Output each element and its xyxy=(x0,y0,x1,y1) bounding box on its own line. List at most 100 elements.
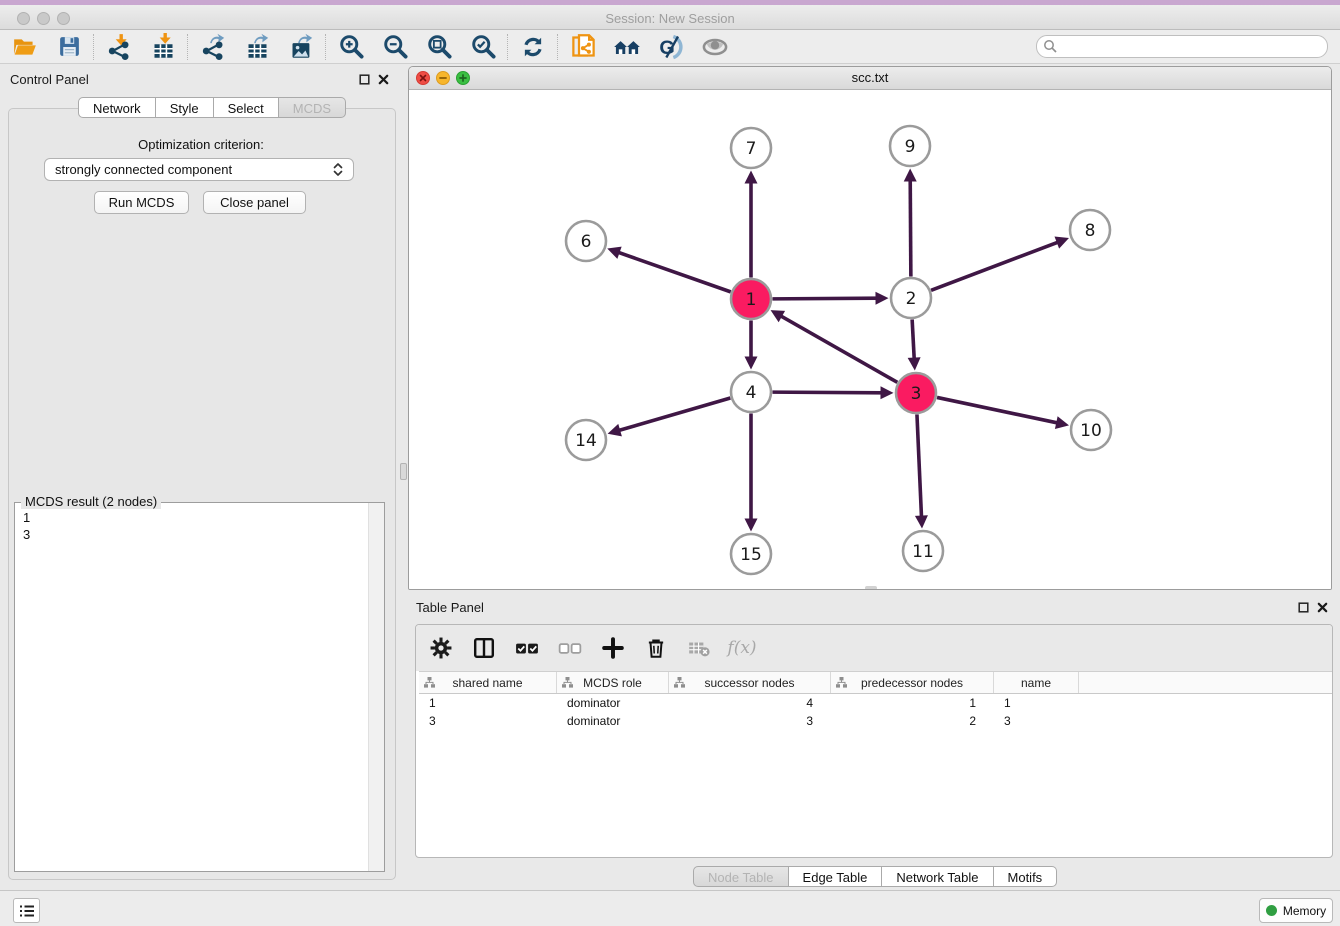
task-history-button[interactable] xyxy=(13,898,40,923)
select-all-rows-icon[interactable] xyxy=(514,635,540,661)
table-panel-tabs: Node Table Edge Table Network Table Moti… xyxy=(693,866,1057,887)
graph-edge[interactable] xyxy=(618,398,730,431)
zoom-in-icon[interactable] xyxy=(336,32,366,62)
cell-mcds-role[interactable]: dominator xyxy=(557,714,669,730)
graph-node-label: 15 xyxy=(740,545,762,565)
cell-shared-name[interactable]: 1 xyxy=(419,696,557,712)
search-input[interactable] xyxy=(1036,35,1328,58)
table-panel-close-icon[interactable] xyxy=(1317,602,1328,613)
deselect-all-rows-icon[interactable] xyxy=(557,635,583,661)
network-from-file-icon[interactable] xyxy=(568,32,598,62)
network-window-titlebar[interactable]: scc.txt xyxy=(409,67,1331,90)
memory-label: Memory xyxy=(1283,904,1326,918)
column-label: shared name xyxy=(452,676,522,690)
tab-mcds[interactable]: MCDS xyxy=(279,97,346,118)
graph-edge[interactable] xyxy=(780,316,897,383)
graph-edge-arrowhead xyxy=(908,357,921,370)
tab-motifs[interactable]: Motifs xyxy=(994,866,1058,887)
tab-style[interactable]: Style xyxy=(156,97,214,118)
network-resize-handle[interactable] xyxy=(865,586,877,590)
open-session-icon[interactable] xyxy=(10,32,40,62)
network-canvas[interactable]: 7968124314101511 xyxy=(409,90,1331,590)
network-canvas-svg: 7968124314101511 xyxy=(409,90,1331,590)
table-settings-gear-icon[interactable] xyxy=(428,635,454,661)
search-icon xyxy=(1043,39,1058,54)
zoom-selected-icon[interactable] xyxy=(468,32,498,62)
column-header-predecessor-nodes[interactable]: predecessor nodes xyxy=(831,672,994,693)
toolbar-separator xyxy=(187,34,189,60)
graph-edge[interactable] xyxy=(618,252,731,292)
run-mcds-button[interactable]: Run MCDS xyxy=(94,191,189,214)
graph-node-label: 6 xyxy=(581,232,592,252)
show-columns-icon[interactable] xyxy=(471,635,497,661)
graph-node-label: 4 xyxy=(746,383,757,403)
graph-edge-arrowhead xyxy=(608,424,622,436)
panel-splitter-handle[interactable] xyxy=(400,463,407,480)
export-table-icon[interactable] xyxy=(242,32,272,62)
search-field-wrap xyxy=(1036,35,1328,58)
close-panel-button[interactable]: Close panel xyxy=(203,191,306,214)
graph-edge-arrowhead xyxy=(607,247,621,259)
import-network-icon[interactable] xyxy=(104,32,134,62)
column-header-name[interactable]: name xyxy=(994,672,1079,693)
table-panel-body: f(x) shared name MCDS role successor nod… xyxy=(415,624,1333,858)
memory-button[interactable]: Memory xyxy=(1259,898,1333,923)
table-panel-title: Table Panel xyxy=(416,600,484,615)
column-label: MCDS role xyxy=(583,676,642,690)
mcds-result-scrollbar[interactable] xyxy=(368,503,384,871)
refresh-view-icon[interactable] xyxy=(518,32,548,62)
tab-select[interactable]: Select xyxy=(214,97,279,118)
cell-name[interactable]: 3 xyxy=(994,714,1079,730)
preview-eye-icon[interactable] xyxy=(700,32,730,62)
cell-shared-name[interactable]: 3 xyxy=(419,714,557,730)
table-panel-float-icon[interactable] xyxy=(1298,602,1309,613)
cell-successor-nodes[interactable]: 4 xyxy=(669,696,831,712)
show-hide-icon[interactable]: G xyxy=(656,32,686,62)
table-row[interactable]: 1 dominator 4 1 1 xyxy=(419,696,1332,712)
graph-edge[interactable] xyxy=(931,242,1059,290)
graph-node-label: 11 xyxy=(912,542,934,562)
criterion-dropdown-value: strongly connected component xyxy=(55,162,333,177)
export-image-icon[interactable] xyxy=(286,32,316,62)
graph-edge-arrowhead xyxy=(1055,416,1069,429)
cell-mcds-role[interactable]: dominator xyxy=(557,696,669,712)
column-header-successor-nodes[interactable]: successor nodes xyxy=(669,672,831,693)
graph-edge-arrowhead xyxy=(915,515,928,528)
function-builder-icon: f(x) xyxy=(729,635,755,661)
graph-edge[interactable] xyxy=(772,392,882,393)
cell-name[interactable]: 1 xyxy=(994,696,1079,712)
control-panel-close-icon[interactable] xyxy=(378,74,389,85)
toolbar-separator xyxy=(557,34,559,60)
cell-predecessor-nodes[interactable]: 1 xyxy=(831,696,994,712)
graph-edge[interactable] xyxy=(937,397,1058,423)
delete-column-trash-icon[interactable] xyxy=(643,635,669,661)
cell-successor-nodes[interactable]: 3 xyxy=(669,714,831,730)
column-header-mcds-role[interactable]: MCDS role xyxy=(557,672,669,693)
graph-edge[interactable] xyxy=(917,414,922,517)
table-header-row: shared name MCDS role successor nodes pr… xyxy=(419,671,1332,694)
first-neighbors-icon[interactable] xyxy=(612,32,642,62)
cell-predecessor-nodes[interactable]: 2 xyxy=(831,714,994,730)
tab-edge-table[interactable]: Edge Table xyxy=(789,866,883,887)
tab-network[interactable]: Network xyxy=(78,97,156,118)
control-panel-float-icon[interactable] xyxy=(359,74,370,85)
toolbar-separator xyxy=(325,34,327,60)
tab-network-table[interactable]: Network Table xyxy=(882,866,993,887)
zoom-fit-icon[interactable] xyxy=(424,32,454,62)
table-row[interactable]: 3 dominator 3 2 3 xyxy=(419,714,1332,730)
export-network-icon[interactable] xyxy=(198,32,228,62)
zoom-out-icon[interactable] xyxy=(380,32,410,62)
import-table-icon[interactable] xyxy=(148,32,178,62)
save-session-icon[interactable] xyxy=(54,32,84,62)
graph-edge-arrowhead xyxy=(880,386,893,399)
control-panel-title: Control Panel xyxy=(10,72,89,87)
graph-edge-arrowhead xyxy=(745,519,758,532)
tab-node-table[interactable]: Node Table xyxy=(693,866,789,887)
add-column-icon[interactable] xyxy=(600,635,626,661)
application-window: Session: New Session xyxy=(0,0,1340,926)
graph-edge[interactable] xyxy=(912,319,914,359)
column-header-shared-name[interactable]: shared name xyxy=(419,672,557,693)
graph-edge[interactable] xyxy=(772,298,877,299)
criterion-dropdown[interactable]: strongly connected component xyxy=(44,158,354,181)
graph-edge[interactable] xyxy=(910,179,911,276)
